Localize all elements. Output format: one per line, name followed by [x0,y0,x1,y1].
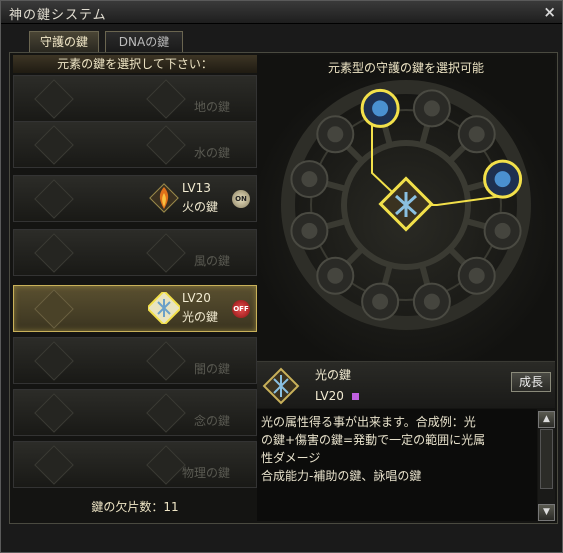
key-slot-water[interactable]: 水の鍵 [13,121,257,168]
node-glyph [372,293,389,310]
list-header: 元素の鍵を選択して下さい： [13,55,257,73]
slot-frame-icon [146,233,186,273]
node-glyph [494,171,511,188]
key-name: 風の鍵 [193,254,230,268]
node-glyph [423,100,440,117]
title-bar[interactable]: 神の鍵システム × [1,1,562,24]
close-icon[interactable]: × [543,3,556,21]
slot-frame-icon [34,79,74,119]
slot-frame-icon [34,125,74,165]
scroll-thumb[interactable] [540,429,553,489]
key-level: LV13 [182,181,211,195]
key-name: 光の鍵 [182,310,219,324]
tab-guardian-key[interactable]: 守護の鍵 [29,31,99,52]
description-line: 光の属性得る事が出来ます。合成例：光 [261,415,476,429]
key-system-window: 神の鍵システム × 守護の鍵 DNAの鍵 元素の鍵を選択して下さい： 地の鍵 水… [0,0,563,553]
description-line: 合成能力-補助の鍵、詠唱の鍵 [261,469,422,483]
fragment-count: 鍵の欠片数：11 [91,500,179,514]
node-glyph [494,222,511,239]
scroll-up-icon[interactable]: ▲ [538,411,555,428]
level-gem-icon [352,393,359,400]
slot-frame-icon [34,233,74,273]
toggle-on-button[interactable]: ON [232,190,250,208]
key-slot-dark[interactable]: 闇の鍵 [13,337,257,384]
node-glyph [372,100,389,117]
node-glyph [423,293,440,310]
slot-frame-icon [146,393,186,433]
node-glyph [468,267,485,284]
key-slot-wind[interactable]: 風の鍵 [13,229,257,276]
key-slot-earth[interactable]: 地の鍵 [13,75,257,122]
node-glyph [301,222,318,239]
info-key-level: LV20 [315,389,344,403]
slot-frame-icon [146,79,186,119]
node-glyph [327,267,344,284]
slot-frame-icon [146,341,186,381]
slot-frame-icon [146,125,186,165]
info-key-name: 光の鍵 [315,368,352,382]
key-name: 闇の鍵 [193,362,230,376]
toggle-off-button[interactable]: OFF [232,300,250,318]
fire-key-icon [149,183,179,213]
slot-frame-icon [34,289,74,329]
element-key-list: 元素の鍵を選択して下さい： 地の鍵 水の鍵 LV13 火の鍵 ON 風の鍵 LV… [13,55,257,520]
slot-frame-icon [34,393,74,433]
light-key-icon [148,292,180,324]
tab-dna-key[interactable]: DNAの鍵 [105,31,183,52]
description-line: の鍵+傷害の鍵=発動で一定の範囲に光属 [261,433,486,447]
node-glyph [327,126,344,143]
window-title: 神の鍵システム [9,8,107,23]
key-wheel [281,80,531,330]
key-name: 物理の鍵 [181,466,230,480]
key-name: 念の鍵 [193,414,230,428]
key-wheel-panel: 元素型の守護の鍵を選択可能 [257,55,555,360]
key-description: 光の属性得る事が出来ます。合成例：光 の鍵+傷害の鍵=発動で一定の範囲に光属 性… [257,409,537,521]
key-info: 光の鍵 LV20 成長 [257,361,555,408]
light-key-icon[interactable] [378,176,434,232]
node-glyph [468,126,485,143]
key-slot-mind[interactable]: 念の鍵 [13,389,257,436]
slot-frame-icon [34,445,74,485]
light-key-icon [262,367,300,405]
grow-button[interactable]: 成長 [511,372,551,392]
node-glyph [301,171,318,188]
slot-frame-icon [146,445,186,485]
key-level: LV20 [182,291,211,305]
key-slot-physical[interactable]: 物理の鍵 [13,441,257,488]
key-name: 火の鍵 [182,200,219,214]
key-name: 水の鍵 [193,146,230,160]
key-slot-light[interactable]: LV20 光の鍵 OFF [13,285,257,332]
slot-frame-icon [34,179,74,219]
description-scrollbar[interactable]: ▲ ▼ [538,411,555,521]
key-name: 地の鍵 [193,100,230,114]
description-line: 性ダメージ [261,451,321,465]
key-slot-fire[interactable]: LV13 火の鍵 ON [13,175,257,222]
scroll-down-icon[interactable]: ▼ [538,504,555,521]
slot-frame-icon [34,341,74,381]
